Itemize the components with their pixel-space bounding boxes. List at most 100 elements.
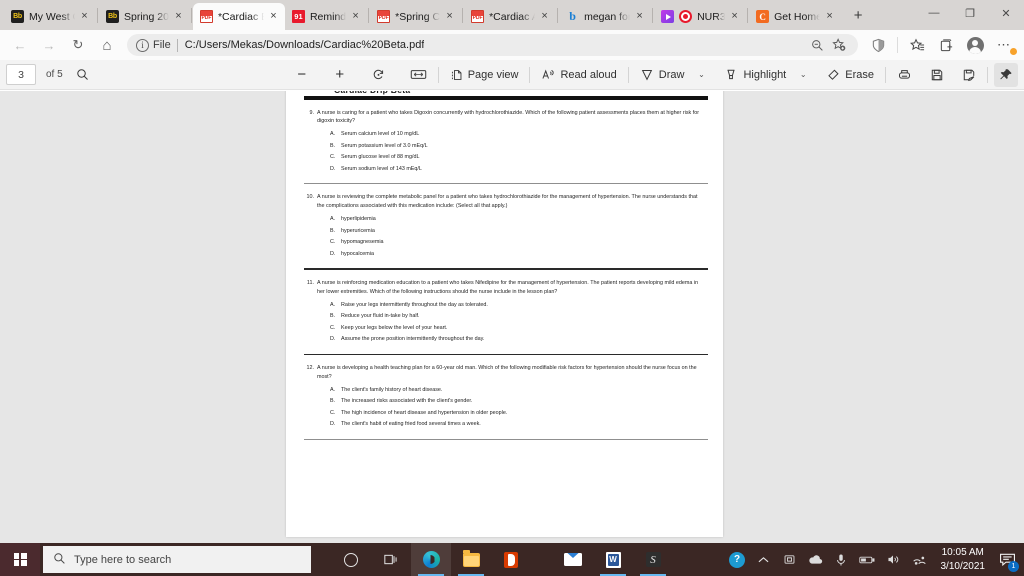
scribd-icon: S xyxy=(645,552,661,567)
tab-separator xyxy=(368,7,370,23)
tab-close-button[interactable]: × xyxy=(632,9,647,24)
battery-icon[interactable] xyxy=(855,543,880,576)
highlight-button[interactable]: Highlight xyxy=(719,63,791,87)
taskbar-app-edge[interactable] xyxy=(411,543,451,576)
taskbar-clock[interactable]: 10:05 AM 3/10/2021 xyxy=(933,546,994,573)
tracking-prevention-icon[interactable] xyxy=(864,33,892,57)
tab-close-button[interactable]: × xyxy=(442,9,457,24)
question-number: 12. xyxy=(306,365,315,372)
tab-label: megan for xyxy=(584,10,631,23)
mail-icon xyxy=(564,553,582,566)
taskbar-app-file-explorer[interactable] xyxy=(451,543,491,576)
browser-tab-spring-c[interactable]: PDF *Spring C × xyxy=(370,3,461,30)
star-add-icon[interactable] xyxy=(829,35,849,55)
fit-page-icon[interactable] xyxy=(405,63,432,87)
draw-options-chevron-down-icon[interactable]: ⌄ xyxy=(689,63,713,87)
maximize-button[interactable]: ❐ xyxy=(952,0,988,26)
browser-tab-get-home[interactable]: C Get Home × xyxy=(749,3,841,30)
browser-tab-cardiac-a[interactable]: PDF *Cardiac A × xyxy=(464,3,556,30)
search-icon[interactable] xyxy=(71,63,95,87)
pin-icon[interactable] xyxy=(994,62,1018,87)
tab-label: Remind xyxy=(309,10,347,23)
toolbar-divider xyxy=(897,37,898,53)
taskbar-app-office[interactable] xyxy=(491,543,531,576)
highlight-options-chevron-down-icon[interactable]: ⌄ xyxy=(791,63,815,87)
collections-icon[interactable] xyxy=(932,33,960,57)
choice-list: A. The client's family history of heart … xyxy=(304,387,705,428)
choice-text: hyperlipidemia xyxy=(341,216,376,223)
pdf-icon: PDF xyxy=(471,10,485,23)
blackboard-icon: Bb xyxy=(11,10,24,23)
choice-item: A. The client's family history of heart … xyxy=(304,387,705,393)
read-aloud-button[interactable]: Read aloud xyxy=(536,63,621,87)
ellipsis-icon[interactable]: ⋯ xyxy=(990,33,1018,57)
page-number-input[interactable]: 3 xyxy=(6,64,36,85)
taskbar-search-input[interactable]: Type here to search xyxy=(43,546,311,573)
close-window-button[interactable]: ✕ xyxy=(988,0,1024,26)
choice-item: B. Reduce your fluid in-take by half. xyxy=(304,313,705,319)
task-view-icon[interactable] xyxy=(371,543,411,576)
choice-letter: B. xyxy=(330,227,336,234)
microphone-icon[interactable] xyxy=(829,543,854,576)
pdf-viewer[interactable]: Cardiac Drip Beta 9. A nurse is caring f… xyxy=(0,91,1024,543)
refresh-button[interactable]: ↻ xyxy=(64,33,92,57)
choice-list: A. hyperlipidemia B. hyperuricemia C. hy… xyxy=(304,216,705,257)
tab-close-button[interactable]: × xyxy=(171,9,186,24)
choice-item: D. Serum sodium level of 143 mEq/L xyxy=(304,166,705,172)
erase-button[interactable]: Erase xyxy=(821,63,879,87)
tab-label: *Cardiac A xyxy=(489,10,536,23)
blackboard-icon: Bb xyxy=(106,10,119,23)
avatar[interactable] xyxy=(961,33,989,57)
print-icon[interactable] xyxy=(892,63,917,87)
taskbar-app-scribd[interactable]: S xyxy=(633,543,673,576)
choice-letter: A. xyxy=(330,131,336,138)
taskbar-app-mail[interactable] xyxy=(553,543,593,576)
taskbar-app-word[interactable]: W xyxy=(593,543,633,576)
browser-tab-cardiac-beta[interactable]: PDF *Cardiac B × xyxy=(192,3,285,30)
browser-tab-megan[interactable]: b megan for × xyxy=(559,3,651,30)
save-as-icon[interactable] xyxy=(957,63,981,87)
page-total-label: of 5 xyxy=(46,69,63,80)
network-icon[interactable] xyxy=(907,543,932,576)
zoom-out-icon[interactable] xyxy=(807,35,827,55)
help-icon[interactable]: ? xyxy=(725,543,750,576)
browser-tab-remind[interactable]: 91 Remind × xyxy=(285,3,367,30)
home-button[interactable]: ⌂ xyxy=(93,33,121,57)
choice-item: C. The high incidence of heart disease a… xyxy=(304,410,705,416)
start-button[interactable] xyxy=(0,543,40,576)
cortana-icon[interactable] xyxy=(331,543,371,576)
zoom-out-button[interactable]: − xyxy=(290,63,314,87)
back-button[interactable]: ← xyxy=(6,33,34,57)
tab-close-button[interactable]: × xyxy=(822,9,837,24)
onedrive-icon[interactable] xyxy=(803,543,828,576)
minimize-button[interactable]: — xyxy=(916,0,952,26)
browser-tab-spring-20[interactable]: Bb Spring 20 × xyxy=(99,3,190,30)
browser-window: Bb My West C × Bb Spring 20 × PDF *Cardi… xyxy=(0,0,1024,576)
tab-close-button[interactable]: × xyxy=(77,9,92,24)
volume-icon[interactable] xyxy=(881,543,906,576)
forward-button[interactable]: → xyxy=(35,33,63,57)
page-view-button[interactable]: Page view xyxy=(445,63,524,87)
tab-close-button[interactable]: × xyxy=(537,9,552,24)
question-block: 9. A nurse is caring for a patient who t… xyxy=(286,100,723,184)
browser-tab-nur3[interactable]: NUR3 × xyxy=(654,3,746,30)
choice-item: A. Serum calcium level of 10 mg/dL xyxy=(304,131,705,137)
save-icon[interactable] xyxy=(925,63,949,87)
device-icon[interactable] xyxy=(777,543,802,576)
tab-close-button[interactable]: × xyxy=(266,9,281,24)
choice-letter: C. xyxy=(330,324,336,331)
tab-close-button[interactable]: × xyxy=(727,9,742,24)
show-hidden-icons-chevron[interactable] xyxy=(751,543,776,576)
favorites-star-icon[interactable] xyxy=(903,33,931,57)
url-bar[interactable]: i File C:/Users/Mekas/Downloads/Cardiac%… xyxy=(127,34,858,56)
highlight-label: Highlight xyxy=(743,68,787,81)
rotate-icon[interactable] xyxy=(366,63,391,87)
tab-close-button[interactable]: × xyxy=(348,9,363,24)
browser-tab-my-west[interactable]: Bb My West C × xyxy=(4,3,96,30)
draw-button[interactable]: Draw xyxy=(635,63,690,87)
site-info-icon[interactable]: i xyxy=(136,38,149,52)
zoom-in-button[interactable]: + xyxy=(328,63,352,87)
tab-separator xyxy=(462,7,464,23)
notification-icon[interactable]: 1 xyxy=(994,543,1020,576)
new-tab-button[interactable]: + xyxy=(845,2,871,28)
